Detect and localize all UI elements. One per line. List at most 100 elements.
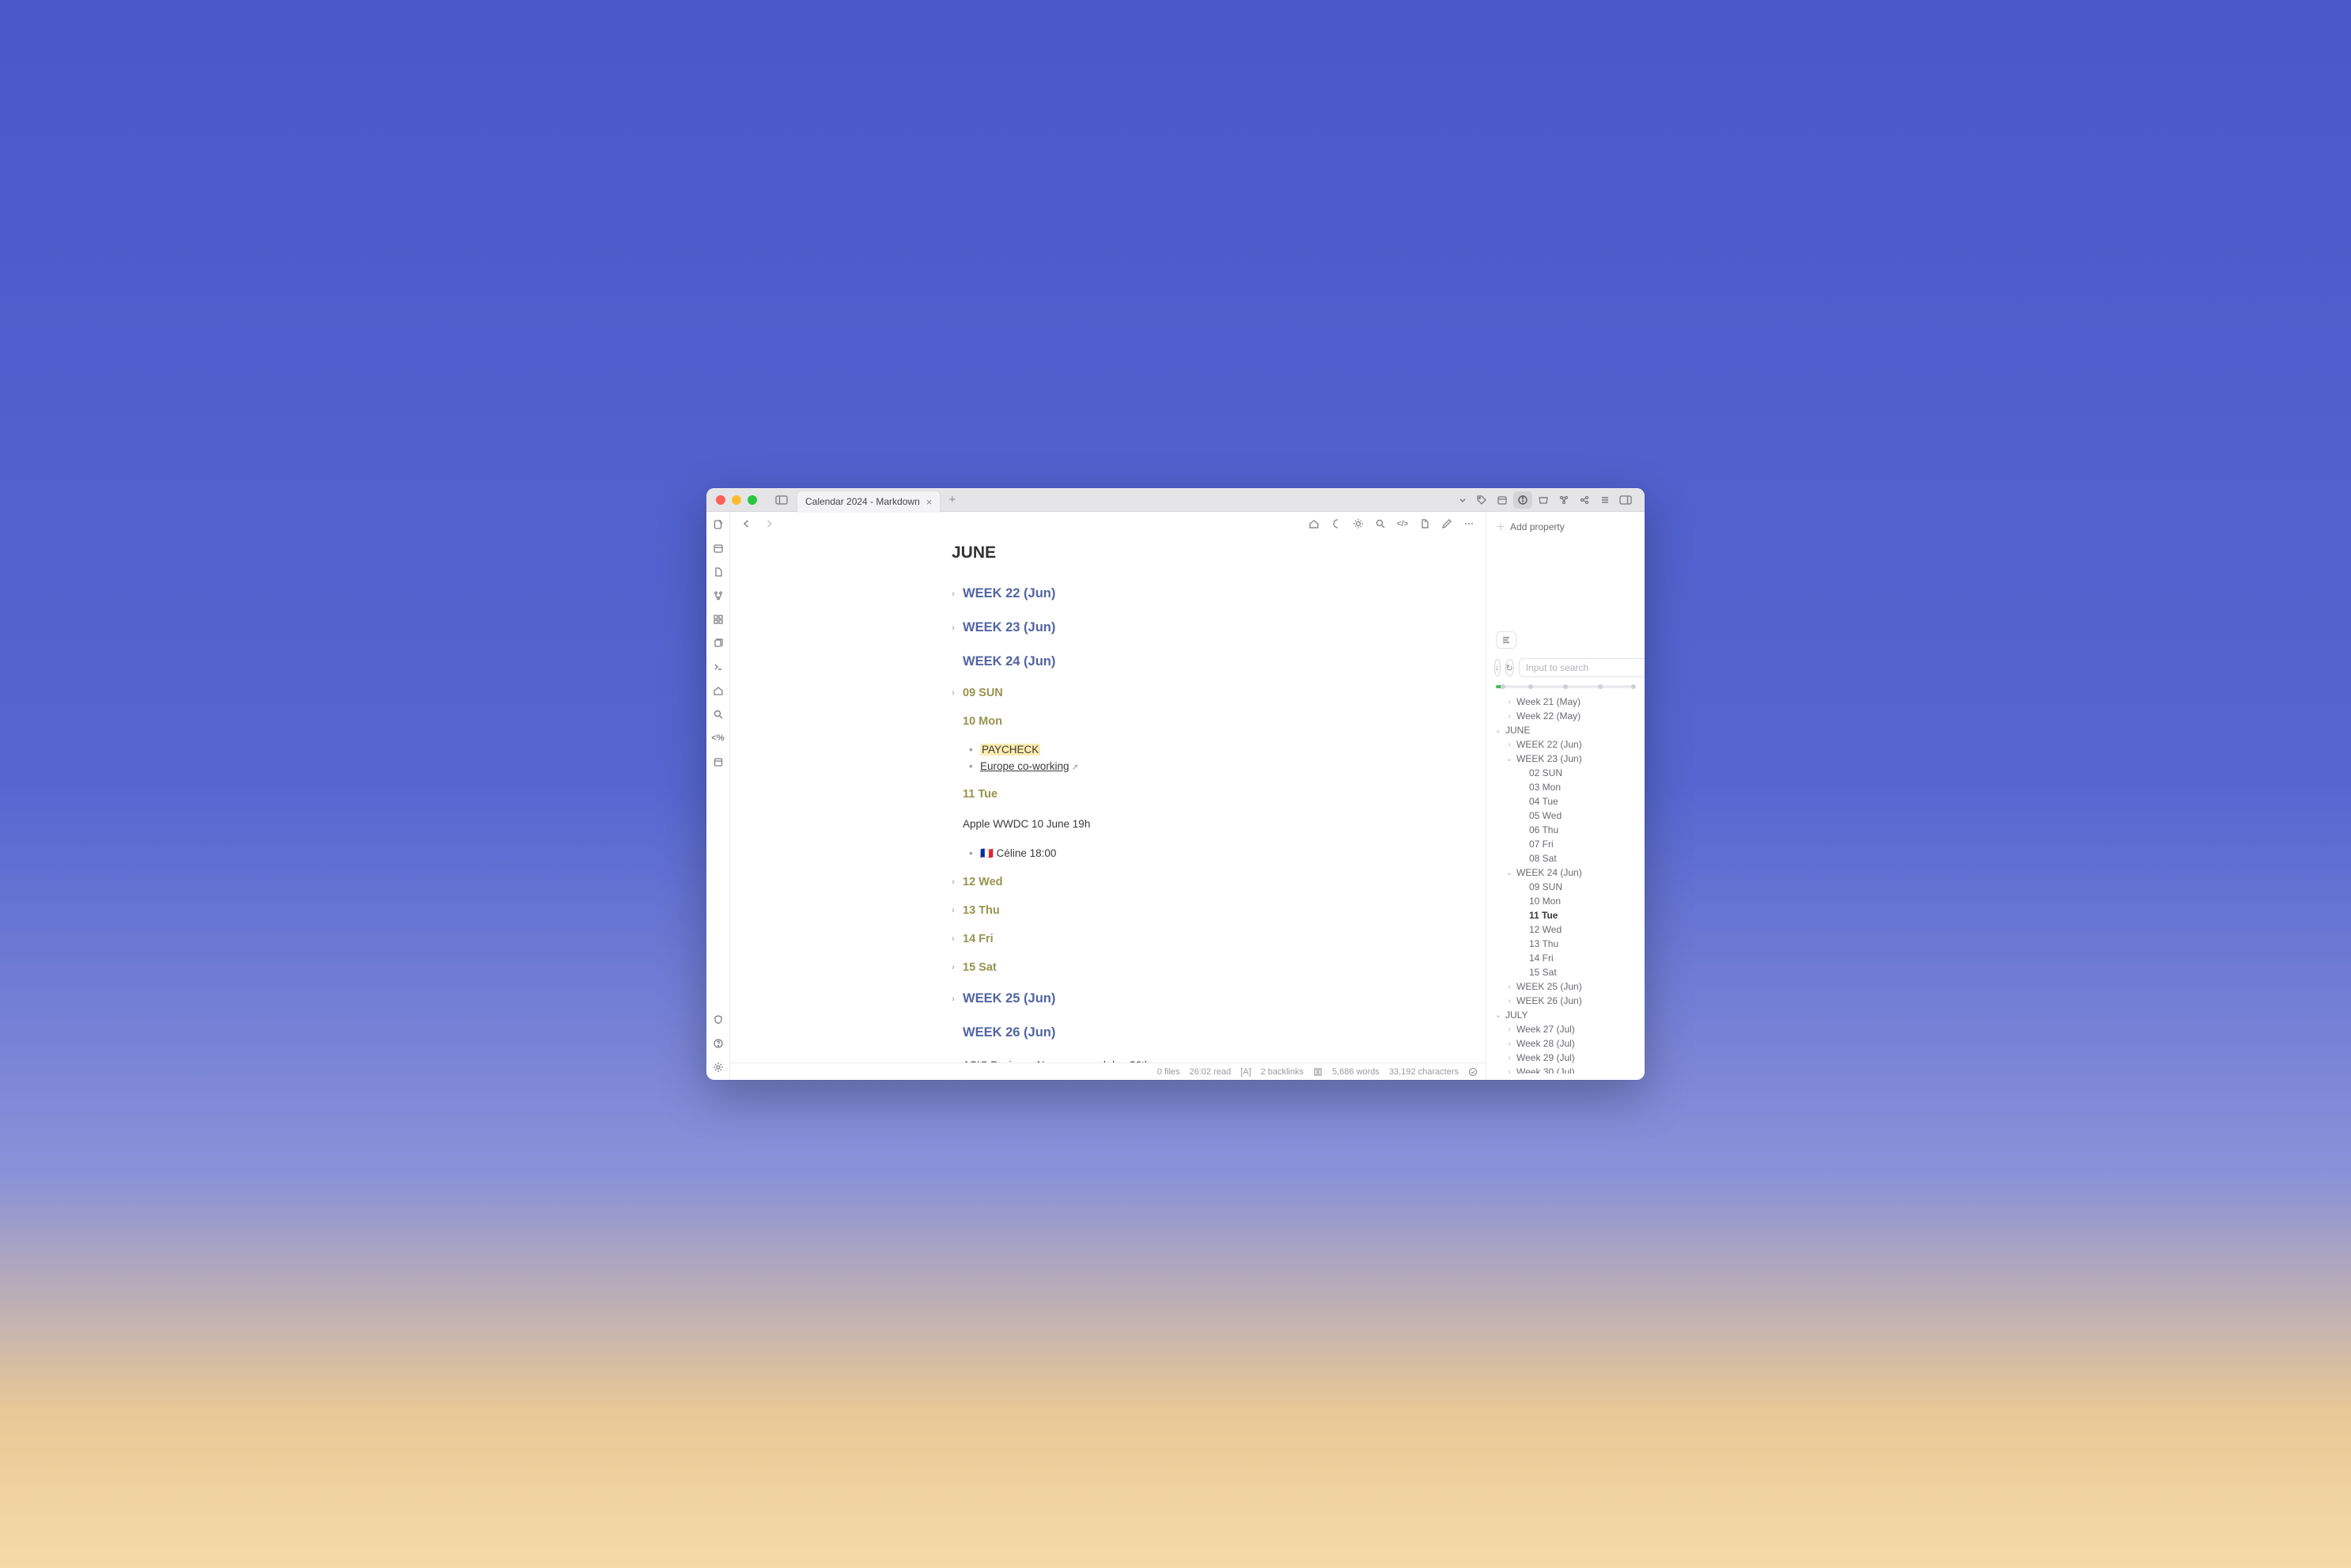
outline-item[interactable]: 14 Fri [1491, 951, 1640, 965]
more-icon[interactable] [1462, 517, 1476, 531]
fold-caret[interactable]: › [952, 994, 958, 1004]
outline-icon[interactable] [1596, 491, 1615, 509]
branch-icon[interactable] [712, 589, 725, 602]
help-icon[interactable] [712, 1037, 725, 1050]
home-icon[interactable] [712, 684, 725, 697]
close-window-button[interactable] [716, 495, 725, 505]
outline-item[interactable]: 13 Thu [1491, 937, 1640, 951]
graph-icon[interactable] [1554, 491, 1573, 509]
outline-item[interactable]: 12 Wed [1491, 922, 1640, 937]
fold-caret[interactable]: › [952, 589, 958, 599]
fold-caret[interactable]: › [952, 877, 958, 887]
calendar-rail-icon[interactable] [712, 542, 725, 555]
sync-refresh-icon[interactable]: ↻ [1505, 659, 1514, 676]
minimize-window-button[interactable] [732, 495, 741, 505]
status-a[interactable]: [A] [1240, 1067, 1251, 1077]
outline-item[interactable]: ›Week 22 (May) [1491, 709, 1640, 723]
terminal-icon[interactable] [712, 661, 725, 673]
sidebar-toggle-icon[interactable] [774, 495, 789, 505]
heading-w26: WEEK 26 (Jun) [963, 1025, 1055, 1040]
status-words[interactable]: 5,686 words [1332, 1067, 1380, 1077]
grid-icon[interactable] [712, 613, 725, 626]
fold-caret[interactable]: › [952, 623, 958, 633]
tab-calendar[interactable]: Calendar 2024 - Markdown × [797, 490, 941, 513]
outline-item[interactable]: 06 Thu [1491, 823, 1640, 837]
gear-icon[interactable] [712, 1061, 725, 1074]
code-icon[interactable]: <% [712, 732, 725, 744]
status-backlinks[interactable]: 2 backlinks [1261, 1067, 1304, 1077]
outline-item[interactable]: 11 Tue [1491, 908, 1640, 922]
forward-button[interactable] [762, 517, 776, 531]
outline-item[interactable]: 03 Mon [1491, 780, 1640, 794]
titlebar: Calendar 2024 - Markdown × + [706, 488, 1645, 512]
date-icon[interactable] [712, 756, 725, 768]
search-doc-icon[interactable] [1373, 517, 1388, 531]
status-files[interactable]: 0 files [1157, 1067, 1180, 1077]
outline-toggle-icon[interactable] [1496, 631, 1516, 649]
outline-item[interactable]: 08 Sat [1491, 851, 1640, 865]
export-icon[interactable] [1418, 517, 1432, 531]
list-item[interactable]: 🇫🇷 Céline 18:00 [969, 847, 1442, 860]
outline-item[interactable]: ⌄JUNE [1491, 723, 1640, 737]
moon-icon[interactable] [1329, 517, 1343, 531]
shield-icon[interactable] [712, 1013, 725, 1026]
copy-icon[interactable] [712, 637, 725, 650]
outline-item[interactable]: ⌄JULY [1491, 1008, 1640, 1022]
note-add-icon[interactable] [712, 518, 725, 531]
outline-item[interactable]: ›Week 21 (May) [1491, 695, 1640, 709]
home-doc-icon[interactable] [1307, 517, 1321, 531]
editor-toolbar: </> [730, 512, 1486, 536]
link-europe[interactable]: Europe co-working [980, 760, 1069, 772]
outline-depth-slider[interactable] [1496, 685, 1635, 688]
document-content[interactable]: JUNE ›WEEK 22 (Jun) ›WEEK 23 (Jun) WEEK … [730, 536, 1486, 1062]
titlebar-actions [1472, 491, 1635, 509]
share-icon[interactable] [1575, 491, 1594, 509]
status-readtime[interactable]: 26:02 read [1190, 1067, 1232, 1077]
new-tab-button[interactable]: + [948, 493, 956, 506]
outline-item[interactable]: 09 SUN [1491, 880, 1640, 894]
back-button[interactable] [740, 517, 754, 531]
outline-item[interactable]: ⌄WEEK 23 (Jun) [1491, 752, 1640, 766]
outline-item[interactable]: ›WEEK 26 (Jun) [1491, 994, 1640, 1008]
outline-item[interactable]: ›Week 30 (Jul) [1491, 1065, 1640, 1074]
outline-item[interactable]: 07 Fri [1491, 837, 1640, 851]
add-property-button[interactable]: ＋Add property [1486, 512, 1645, 536]
fold-caret[interactable]: › [952, 906, 958, 915]
search-rail-icon[interactable] [712, 708, 725, 721]
sync-down-icon[interactable]: ↓ [1494, 659, 1501, 676]
outline-item[interactable]: 10 Mon [1491, 894, 1640, 908]
sun-icon[interactable] [1351, 517, 1365, 531]
outline-item[interactable]: ›WEEK 22 (Jun) [1491, 737, 1640, 752]
status-chars[interactable]: 33,192 characters [1389, 1067, 1459, 1077]
outline-item[interactable]: 05 Wed [1491, 809, 1640, 823]
fold-caret[interactable]: › [952, 688, 958, 698]
list-item[interactable]: Europe co-working↗ [969, 760, 1442, 772]
info-icon[interactable] [1513, 491, 1532, 509]
zoom-window-button[interactable] [748, 495, 757, 505]
check-circle-icon[interactable] [1468, 1067, 1478, 1077]
panel-toggle-icon[interactable] [1616, 491, 1635, 509]
outline-item[interactable]: 02 SUN [1491, 766, 1640, 780]
outline-item[interactable]: 04 Tue [1491, 794, 1640, 809]
calendar-icon[interactable] [1493, 491, 1512, 509]
fold-caret[interactable]: › [952, 934, 958, 944]
source-icon[interactable]: </> [1395, 517, 1410, 531]
outline-search-input[interactable] [1519, 658, 1645, 677]
outline-item[interactable]: ⌄WEEK 24 (Jun) [1491, 865, 1640, 880]
outline-item[interactable]: ›Week 28 (Jul) [1491, 1036, 1640, 1051]
chevron-down-icon[interactable] [1453, 491, 1472, 509]
tab-title: Calendar 2024 - Markdown [805, 496, 920, 507]
outline-item[interactable]: ›WEEK 25 (Jun) [1491, 979, 1640, 994]
tab-close-icon[interactable]: × [926, 496, 933, 508]
tag-icon[interactable] [1472, 491, 1491, 509]
list-item[interactable]: PAYCHECK [969, 744, 1442, 756]
heading-d12: 12 Wed [963, 876, 1003, 888]
outline-item[interactable]: ›Week 27 (Jul) [1491, 1022, 1640, 1036]
file-rail-icon[interactable] [712, 566, 725, 578]
heading-month: JUNE [952, 543, 1442, 562]
outline-item[interactable]: 15 Sat [1491, 965, 1640, 979]
fold-caret[interactable]: › [952, 963, 958, 972]
outline-item[interactable]: ›Week 29 (Jul) [1491, 1051, 1640, 1065]
archive-icon[interactable] [1534, 491, 1553, 509]
edit-icon[interactable] [1440, 517, 1454, 531]
